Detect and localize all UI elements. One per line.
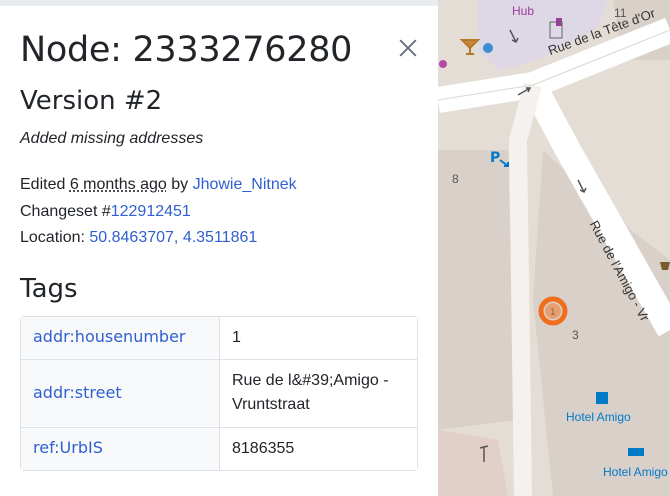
location-link[interactable]: 50.8463707, 4.3511861 bbox=[89, 229, 257, 246]
changeset-label: Changeset # bbox=[20, 202, 111, 220]
tag-key-cell: addr:street bbox=[21, 359, 220, 428]
map-label-hotel: Hotel Amigo bbox=[566, 410, 631, 424]
location-label: Location: bbox=[20, 229, 90, 246]
tags-heading: Tags bbox=[20, 273, 78, 304]
map-label-number: 8 bbox=[452, 172, 459, 186]
changeset-line: Changeset #122912451 bbox=[20, 199, 418, 226]
tag-key-cell: addr:housenumber bbox=[21, 316, 220, 360]
close-icon[interactable] bbox=[394, 34, 422, 62]
parking-icon: P bbox=[490, 150, 500, 166]
user-link[interactable]: Jhowie_Nitnek bbox=[193, 176, 297, 193]
tag-value-cell: Rue de l&#39;Amigo - Vruntstraat bbox=[220, 359, 417, 428]
tag-key-link[interactable]: ref:UrbIS bbox=[33, 438, 103, 457]
changeset-comment: Added missing addresses bbox=[20, 130, 204, 147]
node-marker-label: 1 bbox=[550, 308, 556, 318]
tag-value-cell: 8186355 bbox=[220, 427, 417, 470]
tag-key-link[interactable]: addr:street bbox=[33, 383, 122, 402]
hotel-bed-icon bbox=[628, 448, 644, 456]
changeset-link[interactable]: 122912451 bbox=[111, 203, 191, 220]
meta-info: Edited 6 months ago by Jhowie_Nitnek Cha… bbox=[20, 172, 418, 252]
tag-key-link[interactable]: addr:housenumber bbox=[33, 327, 186, 346]
top-strip bbox=[0, 0, 438, 6]
tags-table: addr:housenumber 1 addr:street Rue de l&… bbox=[20, 315, 418, 471]
location-line: Location: 50.8463707, 4.3511861 bbox=[20, 225, 418, 252]
edited-by-text: by bbox=[166, 176, 193, 193]
edited-time: 6 months ago bbox=[69, 176, 167, 193]
map-label-hub: Hub bbox=[512, 4, 535, 18]
table-row: addr:housenumber 1 bbox=[21, 316, 417, 360]
shop-icon bbox=[439, 60, 447, 68]
map-canvas: P 1 bbox=[438, 0, 670, 496]
map-label-hotel: Hotel Amigo bbox=[603, 465, 668, 479]
map-label-number: 3 bbox=[572, 328, 579, 342]
tag-key-cell: ref:UrbIS bbox=[21, 427, 220, 470]
version-heading: Version #2 bbox=[20, 86, 163, 116]
table-row: ref:UrbIS 8186355 bbox=[21, 427, 417, 470]
map-view[interactable]: P 1 Hub 11 Rue de la Tête d'Or 8 Rue de … bbox=[438, 0, 670, 496]
hotel-icon bbox=[596, 392, 608, 404]
table-row: addr:street Rue de l&#39;Amigo - Vruntst… bbox=[21, 359, 417, 428]
edited-prefix: Edited bbox=[20, 176, 70, 193]
edited-line: Edited 6 months ago by Jhowie_Nitnek bbox=[20, 172, 418, 199]
tag-value-cell: 1 bbox=[220, 316, 417, 360]
title-row: Node: 2333276280 bbox=[20, 28, 418, 72]
sidebar-content: Node: 2333276280 Version #2 Added missin… bbox=[20, 28, 418, 471]
page-title: Node: 2333276280 bbox=[20, 30, 353, 70]
sidebar: Node: 2333276280 Version #2 Added missin… bbox=[0, 0, 438, 496]
fountain-icon bbox=[483, 43, 493, 53]
building-block bbox=[438, 150, 516, 430]
